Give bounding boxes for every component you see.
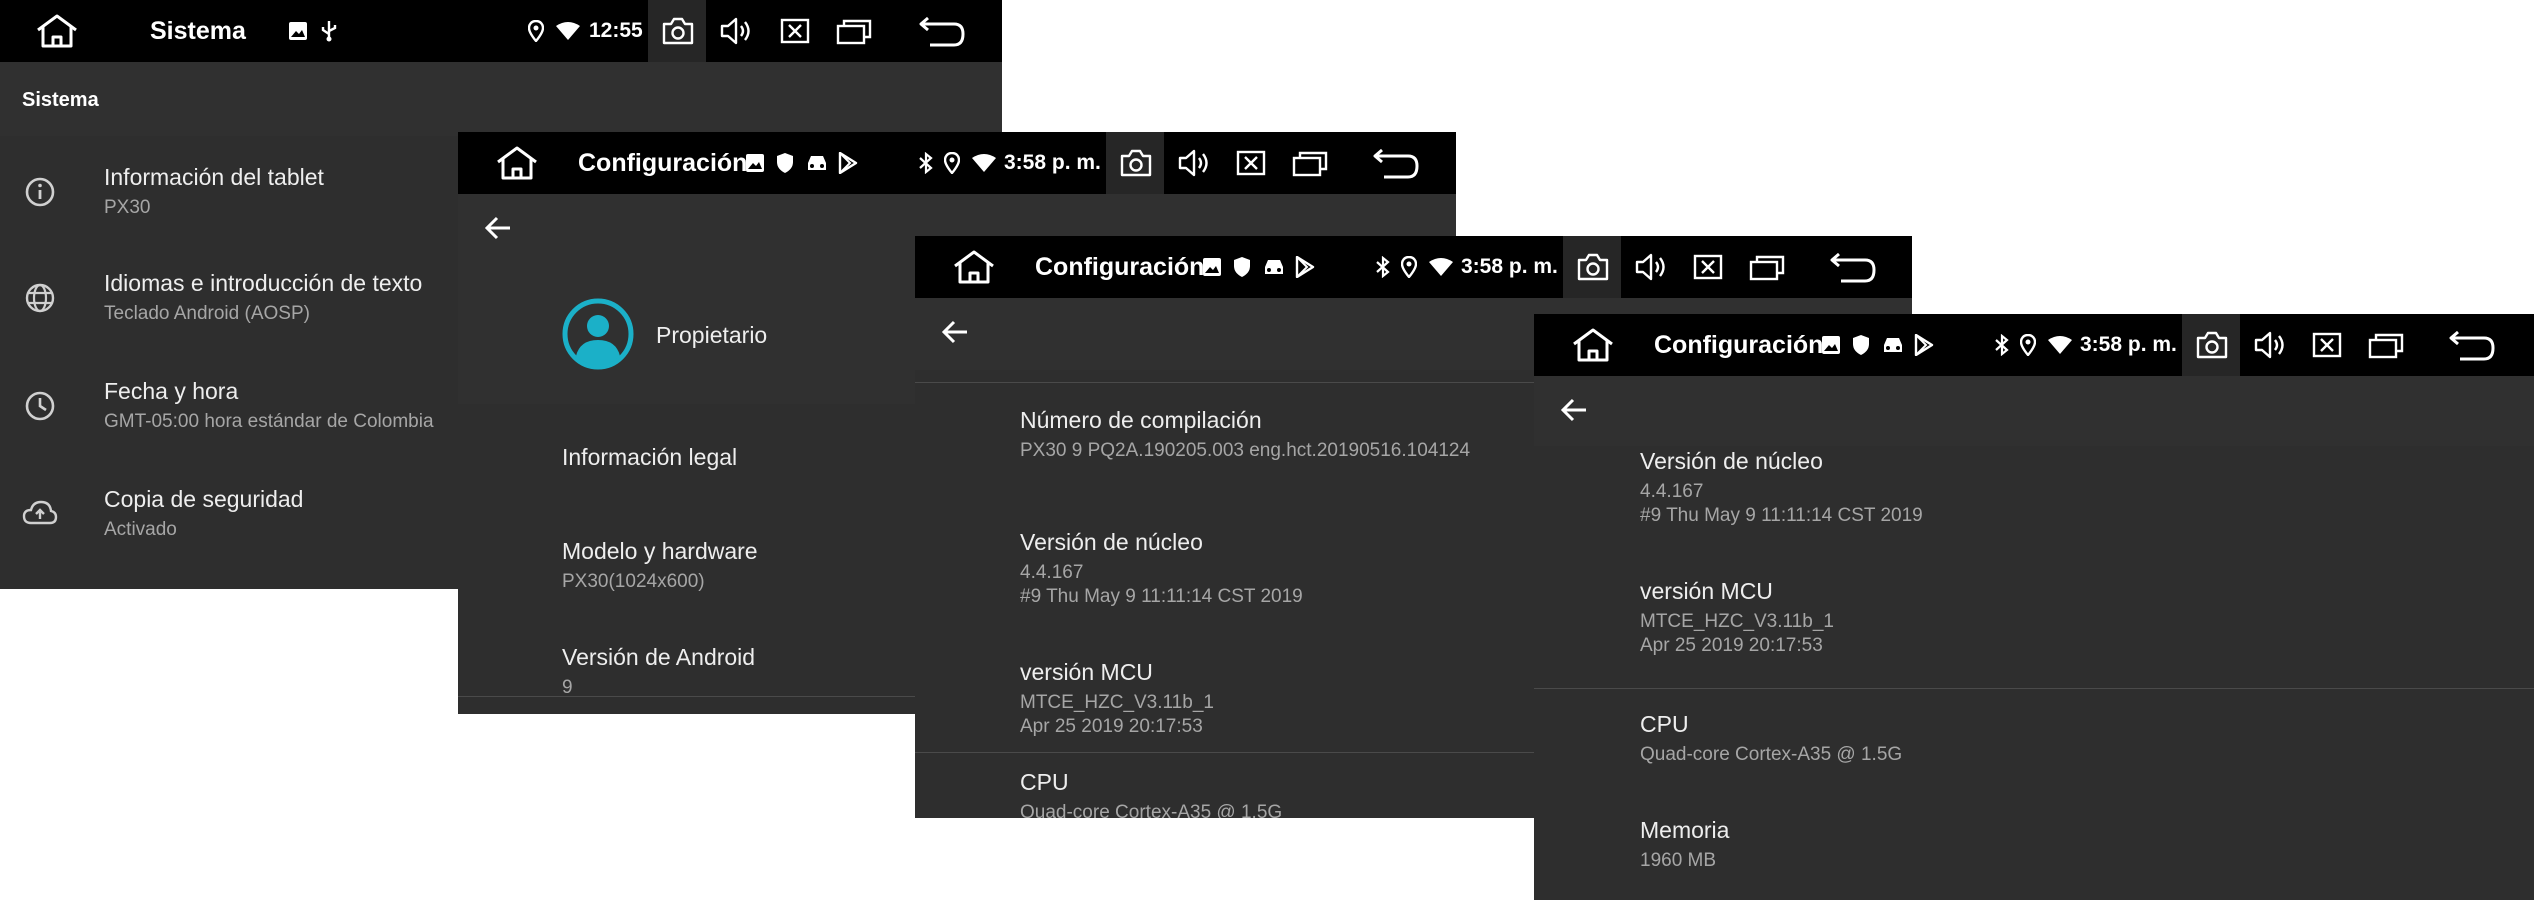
status-title: Configuración — [578, 148, 748, 177]
back-arrow-icon[interactable] — [1560, 396, 1588, 429]
wifi-icon — [556, 0, 580, 62]
image-icon — [288, 0, 308, 62]
location-icon — [2020, 314, 2036, 376]
car-icon — [1263, 236, 1285, 298]
volume-icon[interactable] — [2254, 314, 2288, 376]
recent-apps-icon[interactable] — [2368, 314, 2404, 376]
volume-icon[interactable] — [720, 0, 754, 62]
screenshot-camera-icon[interactable] — [2196, 314, 2228, 376]
screenshot-camera-icon[interactable] — [1577, 236, 1609, 298]
screenshot-camera-icon[interactable] — [1120, 132, 1152, 194]
globe-icon — [24, 282, 56, 319]
back-nav-icon[interactable] — [2448, 314, 2496, 376]
back-arrow-icon[interactable] — [484, 214, 512, 247]
header-title: Sistema — [22, 89, 99, 111]
status-title: Sistema — [150, 16, 246, 45]
car-icon — [1882, 314, 1904, 376]
home-icon[interactable] — [34, 0, 80, 62]
volume-icon[interactable] — [1635, 236, 1669, 298]
wifi-icon — [1429, 236, 1453, 298]
home-icon[interactable] — [1570, 314, 1616, 376]
location-icon — [528, 0, 544, 62]
status-bar: Configuración 3:58 p. m. — [915, 236, 1912, 298]
bluetooth-icon — [918, 132, 934, 194]
image-icon — [745, 132, 765, 194]
clock-icon — [24, 390, 56, 427]
close-app-icon[interactable] — [780, 0, 810, 62]
back-arrow-icon[interactable] — [941, 318, 969, 351]
play-store-icon — [1295, 236, 1315, 298]
back-nav-icon[interactable] — [918, 0, 966, 62]
play-store-icon — [838, 132, 858, 194]
shield-icon — [1852, 314, 1870, 376]
recent-apps-icon[interactable] — [1749, 236, 1785, 298]
clock-time: 3:58 p. m. — [2080, 333, 2177, 356]
status-bar: Configuración 3:58 p. m. — [458, 132, 1456, 194]
status-bar: Sistema 12:55 — [0, 0, 1002, 62]
status-title: Configuración — [1654, 330, 1824, 359]
location-icon — [1401, 236, 1417, 298]
info-icon — [24, 176, 56, 213]
recent-apps-icon[interactable] — [836, 0, 872, 62]
owner-name: Propietario — [656, 322, 768, 348]
volume-icon[interactable] — [1178, 132, 1212, 194]
app-bar — [1534, 376, 2534, 446]
wifi-icon — [2048, 314, 2072, 376]
shield-icon — [1233, 236, 1251, 298]
clock-time: 12:55 — [589, 19, 643, 42]
clock-time: 3:58 p. m. — [1461, 255, 1558, 278]
bluetooth-icon — [1994, 314, 2010, 376]
list-item[interactable]: versión MCU MTCE_HZC_V3.11b_1 Apr 25 201… — [1534, 550, 2534, 680]
home-icon[interactable] — [494, 132, 540, 194]
usb-icon — [320, 0, 338, 62]
section-header: Sistema — [0, 62, 1002, 136]
image-icon — [1202, 236, 1222, 298]
close-app-icon[interactable] — [1693, 236, 1723, 298]
location-icon — [944, 132, 960, 194]
shield-icon — [776, 132, 794, 194]
clock-time: 3:58 p. m. — [1004, 151, 1101, 174]
list-item[interactable]: Memoria 1960 MB — [1534, 795, 2534, 900]
cloud-backup-icon — [22, 498, 58, 533]
list-item[interactable]: Versión de núcleo 4.4.167 #9 Thu May 9 1… — [1534, 446, 2534, 550]
status-title: Configuración — [1035, 252, 1205, 281]
close-app-icon[interactable] — [2312, 314, 2342, 376]
recent-apps-icon[interactable] — [1292, 132, 1328, 194]
play-store-icon — [1914, 314, 1934, 376]
status-bar: Configuración 3:58 p. m. — [1534, 314, 2534, 376]
image-icon — [1821, 314, 1841, 376]
back-nav-icon[interactable] — [1829, 236, 1877, 298]
window-configuracion-3: Configuración 3:58 p. m. Versión de núcl… — [1534, 314, 2534, 900]
screenshot-camera-icon[interactable] — [662, 0, 694, 62]
home-icon[interactable] — [951, 236, 997, 298]
bluetooth-icon — [1375, 236, 1391, 298]
avatar[interactable] — [562, 298, 634, 375]
list-item[interactable]: CPU Quad-core Cortex-A35 @ 1.5G — [1534, 689, 2534, 795]
wifi-icon — [972, 132, 996, 194]
car-icon — [806, 132, 828, 194]
back-nav-icon[interactable] — [1372, 132, 1420, 194]
close-app-icon[interactable] — [1236, 132, 1266, 194]
